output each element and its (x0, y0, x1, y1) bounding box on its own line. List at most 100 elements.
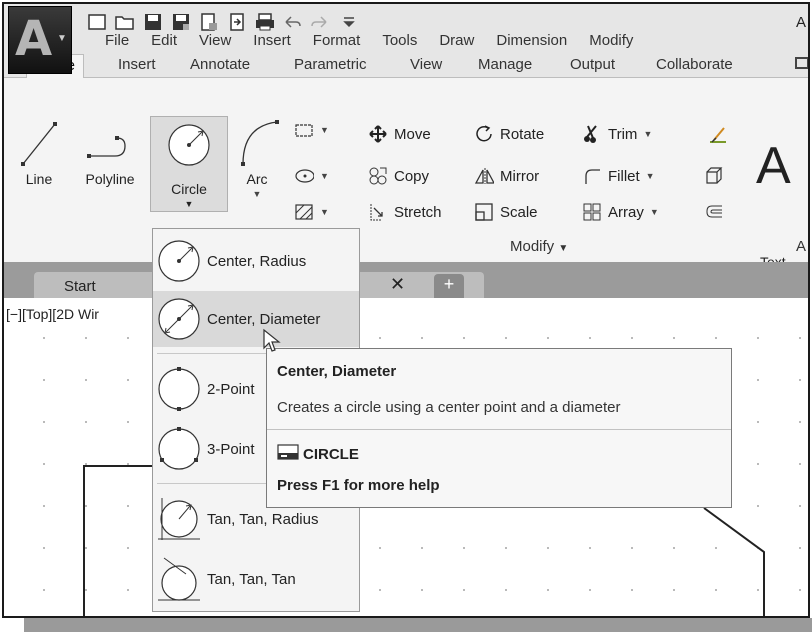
grid-dot (589, 337, 591, 339)
circle-button[interactable]: Circle ▼ (150, 116, 228, 212)
mouse-pointer-icon (263, 328, 281, 352)
grid-dot (799, 421, 801, 423)
tab-manage[interactable]: Manage (478, 56, 532, 73)
tooltip-help-hint: Press F1 for more help (277, 477, 440, 494)
offset-icon (704, 202, 724, 222)
move-button[interactable]: Move (368, 124, 431, 144)
new-file-icon[interactable] (86, 11, 108, 33)
grid-dot (799, 589, 801, 591)
scale-button[interactable]: Scale (474, 202, 538, 222)
chevron-down-icon: ▼ (57, 33, 67, 44)
menu-edit[interactable]: Edit (140, 32, 188, 52)
hatch-icon (294, 202, 314, 222)
menu-insert[interactable]: Insert (242, 32, 302, 52)
menu-tools[interactable]: Tools (371, 32, 428, 52)
annotation-panel-title[interactable]: A (796, 238, 806, 255)
move-icon (368, 124, 388, 144)
array-icon (582, 202, 602, 222)
arc-label: Arc (246, 171, 268, 187)
tab-parametric[interactable]: Parametric (294, 56, 367, 73)
scale-label: Scale (500, 203, 538, 221)
grid-dot (631, 547, 633, 549)
application-menu-button[interactable]: A ▼ (8, 6, 72, 74)
menu-bar: File Edit View Insert Format Tools Draw … (94, 32, 644, 52)
menu-item-center-radius[interactable]: Center, Radius (153, 233, 359, 289)
grid-dot (43, 589, 45, 591)
menu-item-center-diameter[interactable]: Center, Diameter (153, 291, 359, 347)
tab-annotate[interactable]: Annotate (190, 56, 250, 73)
scale-icon (474, 202, 494, 222)
menu-modify[interactable]: Modify (578, 32, 644, 52)
tab-insert[interactable]: Insert (118, 56, 156, 73)
rotate-button[interactable]: Rotate (474, 124, 544, 144)
ellipse-tool[interactable]: ▼ (294, 166, 329, 186)
file-tab-bar: Start (4, 262, 808, 300)
grid-dot (379, 547, 381, 549)
save-icon[interactable] (142, 11, 164, 33)
tab-view[interactable]: View (410, 56, 442, 73)
grid-dot (127, 589, 129, 591)
polyline-icon (87, 136, 126, 158)
grid-dot (85, 337, 87, 339)
circle-tan-tan-radius-icon (153, 491, 205, 547)
open-folder-icon[interactable] (114, 11, 136, 33)
menu-item-label: Tan, Tan, Tan (207, 570, 296, 588)
menu-item-label: Center, Radius (207, 252, 307, 270)
redo-icon[interactable]: ▾ (310, 11, 332, 33)
polyline-button[interactable]: Polyline (78, 118, 142, 187)
explode-3d-button[interactable] (704, 166, 724, 186)
grid-dot (379, 337, 381, 339)
viewport-controls[interactable]: [−][Top][2D Wir (6, 306, 99, 322)
grid-dot (547, 337, 549, 339)
plot-icon[interactable] (254, 11, 276, 33)
new-tab-button[interactable]: + (434, 274, 464, 298)
trim-button[interactable]: Trim ▼ (582, 124, 652, 144)
menu-item-tan-tan-tan[interactable]: Tan, Tan, Tan (153, 551, 359, 607)
menu-file[interactable]: File (94, 32, 140, 52)
copy-icon (368, 166, 388, 186)
grid-dot (43, 505, 45, 507)
menu-format[interactable]: Format (302, 32, 372, 52)
array-label: Array (608, 203, 644, 221)
fillet-icon (582, 166, 602, 186)
tab-output[interactable]: Output (570, 56, 615, 73)
copy-button[interactable]: Copy (368, 166, 429, 186)
array-button[interactable]: Array ▼ (582, 202, 659, 222)
undo-icon[interactable]: ▾ (282, 11, 304, 33)
arc-button[interactable]: Arc ▼ (232, 118, 282, 199)
grid-dot (463, 337, 465, 339)
grid-dot (421, 337, 423, 339)
grid-dot (421, 547, 423, 549)
fillet-button[interactable]: Fillet ▼ (582, 166, 655, 186)
trim-scissors-icon (582, 124, 602, 144)
grid-dot (463, 547, 465, 549)
grid-dot (43, 547, 45, 549)
rectangle-tool[interactable]: ▼ (294, 120, 329, 140)
chevron-down-icon: ▼ (645, 171, 655, 181)
menu-view[interactable]: View (188, 32, 242, 52)
tooltip-description: Creates a circle using a center point an… (277, 399, 621, 416)
line-button[interactable]: Line (14, 118, 64, 187)
mirror-button[interactable]: Mirror (474, 166, 539, 186)
grid-dot (673, 547, 675, 549)
title-bar: ▾ ▾ A File Edit View Insert Format Tools… (4, 4, 808, 52)
tab-overflow-icon[interactable] (794, 54, 808, 76)
erase-button[interactable] (706, 124, 726, 144)
save-as-icon[interactable] (170, 11, 192, 33)
modify-panel-title[interactable]: Modify ▼ (510, 238, 568, 255)
stretch-button[interactable]: Stretch (368, 202, 442, 222)
start-tab[interactable]: Start (34, 272, 164, 300)
eraser-icon (706, 124, 726, 144)
tab-collaborate[interactable]: Collaborate (656, 56, 733, 73)
customize-qat-icon[interactable] (338, 11, 360, 33)
close-tab-icon[interactable]: ✕ (390, 274, 405, 295)
hatch-tool[interactable]: ▼ (294, 202, 329, 222)
menu-dimension[interactable]: Dimension (485, 32, 578, 52)
mirror-label: Mirror (500, 167, 540, 185)
grid-dot (799, 337, 801, 339)
menu-draw[interactable]: Draw (428, 32, 485, 52)
offset-button[interactable] (704, 202, 724, 222)
import-icon[interactable] (226, 11, 248, 33)
command-line-icon (277, 443, 299, 465)
save-to-web-icon[interactable] (198, 11, 220, 33)
